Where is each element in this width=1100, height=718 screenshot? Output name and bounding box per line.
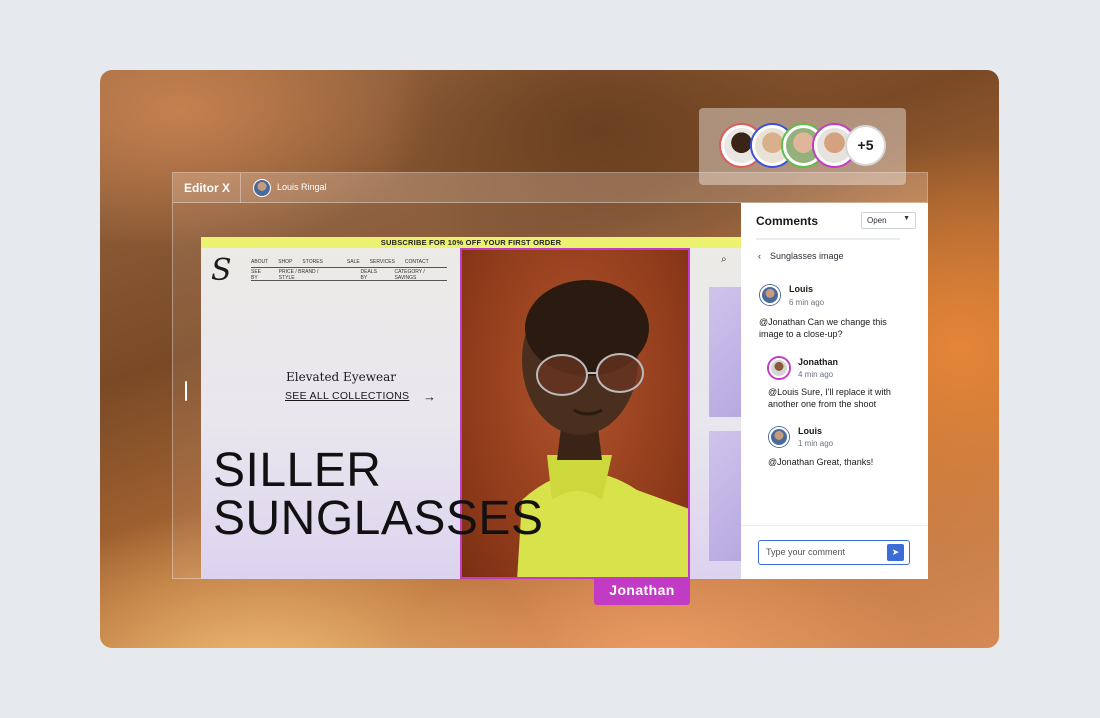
resize-handle[interactable] bbox=[185, 381, 187, 401]
search-icon[interactable]: ⌕ bbox=[721, 254, 727, 265]
status-value: Open bbox=[867, 216, 887, 225]
avatar bbox=[769, 427, 789, 447]
nav-link[interactable]: SERVICES bbox=[370, 259, 395, 265]
thread-title[interactable]: Sunglasses image bbox=[770, 251, 844, 261]
divider bbox=[756, 238, 900, 240]
comment-author: Jonathan bbox=[798, 357, 839, 367]
hero-title-line: SUNGLASSES bbox=[213, 492, 544, 545]
nav-link[interactable]: DEALS BY bbox=[361, 269, 385, 281]
avatar bbox=[760, 285, 780, 305]
nav-row: SEE BY PRICE / BRAND / STYLE DEALS BY CA… bbox=[251, 269, 447, 281]
comments-panel: Comments Open ▼ ‹ Sunglasses image Louis… bbox=[741, 203, 928, 579]
avatar[interactable] bbox=[253, 179, 271, 197]
comment-time: 6 min ago bbox=[789, 298, 825, 307]
comment-text: @Louis Sure, I'll replace it with anothe… bbox=[768, 387, 891, 409]
product-thumbnail[interactable] bbox=[709, 431, 741, 561]
nav-link[interactable]: CATEGORY / SAVINGS bbox=[395, 269, 447, 281]
promo-banner[interactable]: SUBSCRIBE FOR 10% OFF YOUR FIRST ORDER bbox=[201, 237, 741, 248]
more-collaborators-badge[interactable]: +5 bbox=[845, 125, 886, 166]
back-chevron-icon[interactable]: ‹ bbox=[758, 251, 761, 261]
avatar bbox=[769, 358, 789, 378]
comment-time: 1 min ago bbox=[798, 439, 834, 448]
nav-link[interactable]: SHOP bbox=[278, 259, 292, 265]
nav-link[interactable]: SEE BY bbox=[251, 269, 269, 281]
nav-link[interactable]: CONTACT bbox=[405, 259, 429, 265]
nav-link[interactable]: SALE bbox=[347, 259, 360, 265]
product-thumbnail[interactable] bbox=[709, 287, 741, 417]
current-user-name: Louis Ringal bbox=[277, 182, 327, 192]
nav-link[interactable]: PRICE / BRAND / STYLE bbox=[279, 269, 335, 281]
editor-topbar: Editor X Louis Ringal bbox=[173, 173, 927, 203]
nav-link[interactable]: ABOUT bbox=[251, 259, 268, 265]
comments-title: Comments bbox=[756, 214, 819, 228]
editor-brand-logo: Editor X bbox=[184, 181, 231, 195]
hero-title: SILLER SUNGLASSES bbox=[213, 447, 543, 543]
comment-author: Louis bbox=[789, 284, 813, 294]
tagline: Elevated Eyewear bbox=[286, 370, 396, 384]
divider bbox=[240, 173, 241, 203]
nav-row: ABOUT SHOP STORES SALE SERVICES CONTACT bbox=[251, 257, 447, 268]
site-nav: ABOUT SHOP STORES SALE SERVICES CONTACT … bbox=[251, 257, 447, 281]
collaborator-selection-label: Jonathan bbox=[594, 577, 690, 605]
nav-link[interactable]: STORES bbox=[302, 259, 322, 265]
send-button[interactable]: ➤ bbox=[887, 544, 904, 561]
comment-time: 4 min ago bbox=[798, 370, 834, 379]
site-logo[interactable]: S bbox=[211, 253, 232, 288]
status-dropdown[interactable]: Open ▼ bbox=[861, 212, 916, 229]
comment-text: @Jonathan Can we change this image to a … bbox=[759, 317, 887, 339]
hero-title-line: SILLER bbox=[213, 444, 382, 497]
divider bbox=[741, 525, 928, 526]
chevron-down-icon: ▼ bbox=[903, 215, 910, 222]
see-all-collections-link[interactable]: SEE ALL COLLECTIONS bbox=[285, 390, 409, 402]
site-preview[interactable]: SUBSCRIBE FOR 10% OFF YOUR FIRST ORDER S… bbox=[201, 237, 741, 579]
arrow-right-icon: → bbox=[423, 389, 436, 404]
comment-author: Louis bbox=[798, 426, 822, 436]
comment-text: @Jonathan Great, thanks! bbox=[768, 457, 874, 467]
